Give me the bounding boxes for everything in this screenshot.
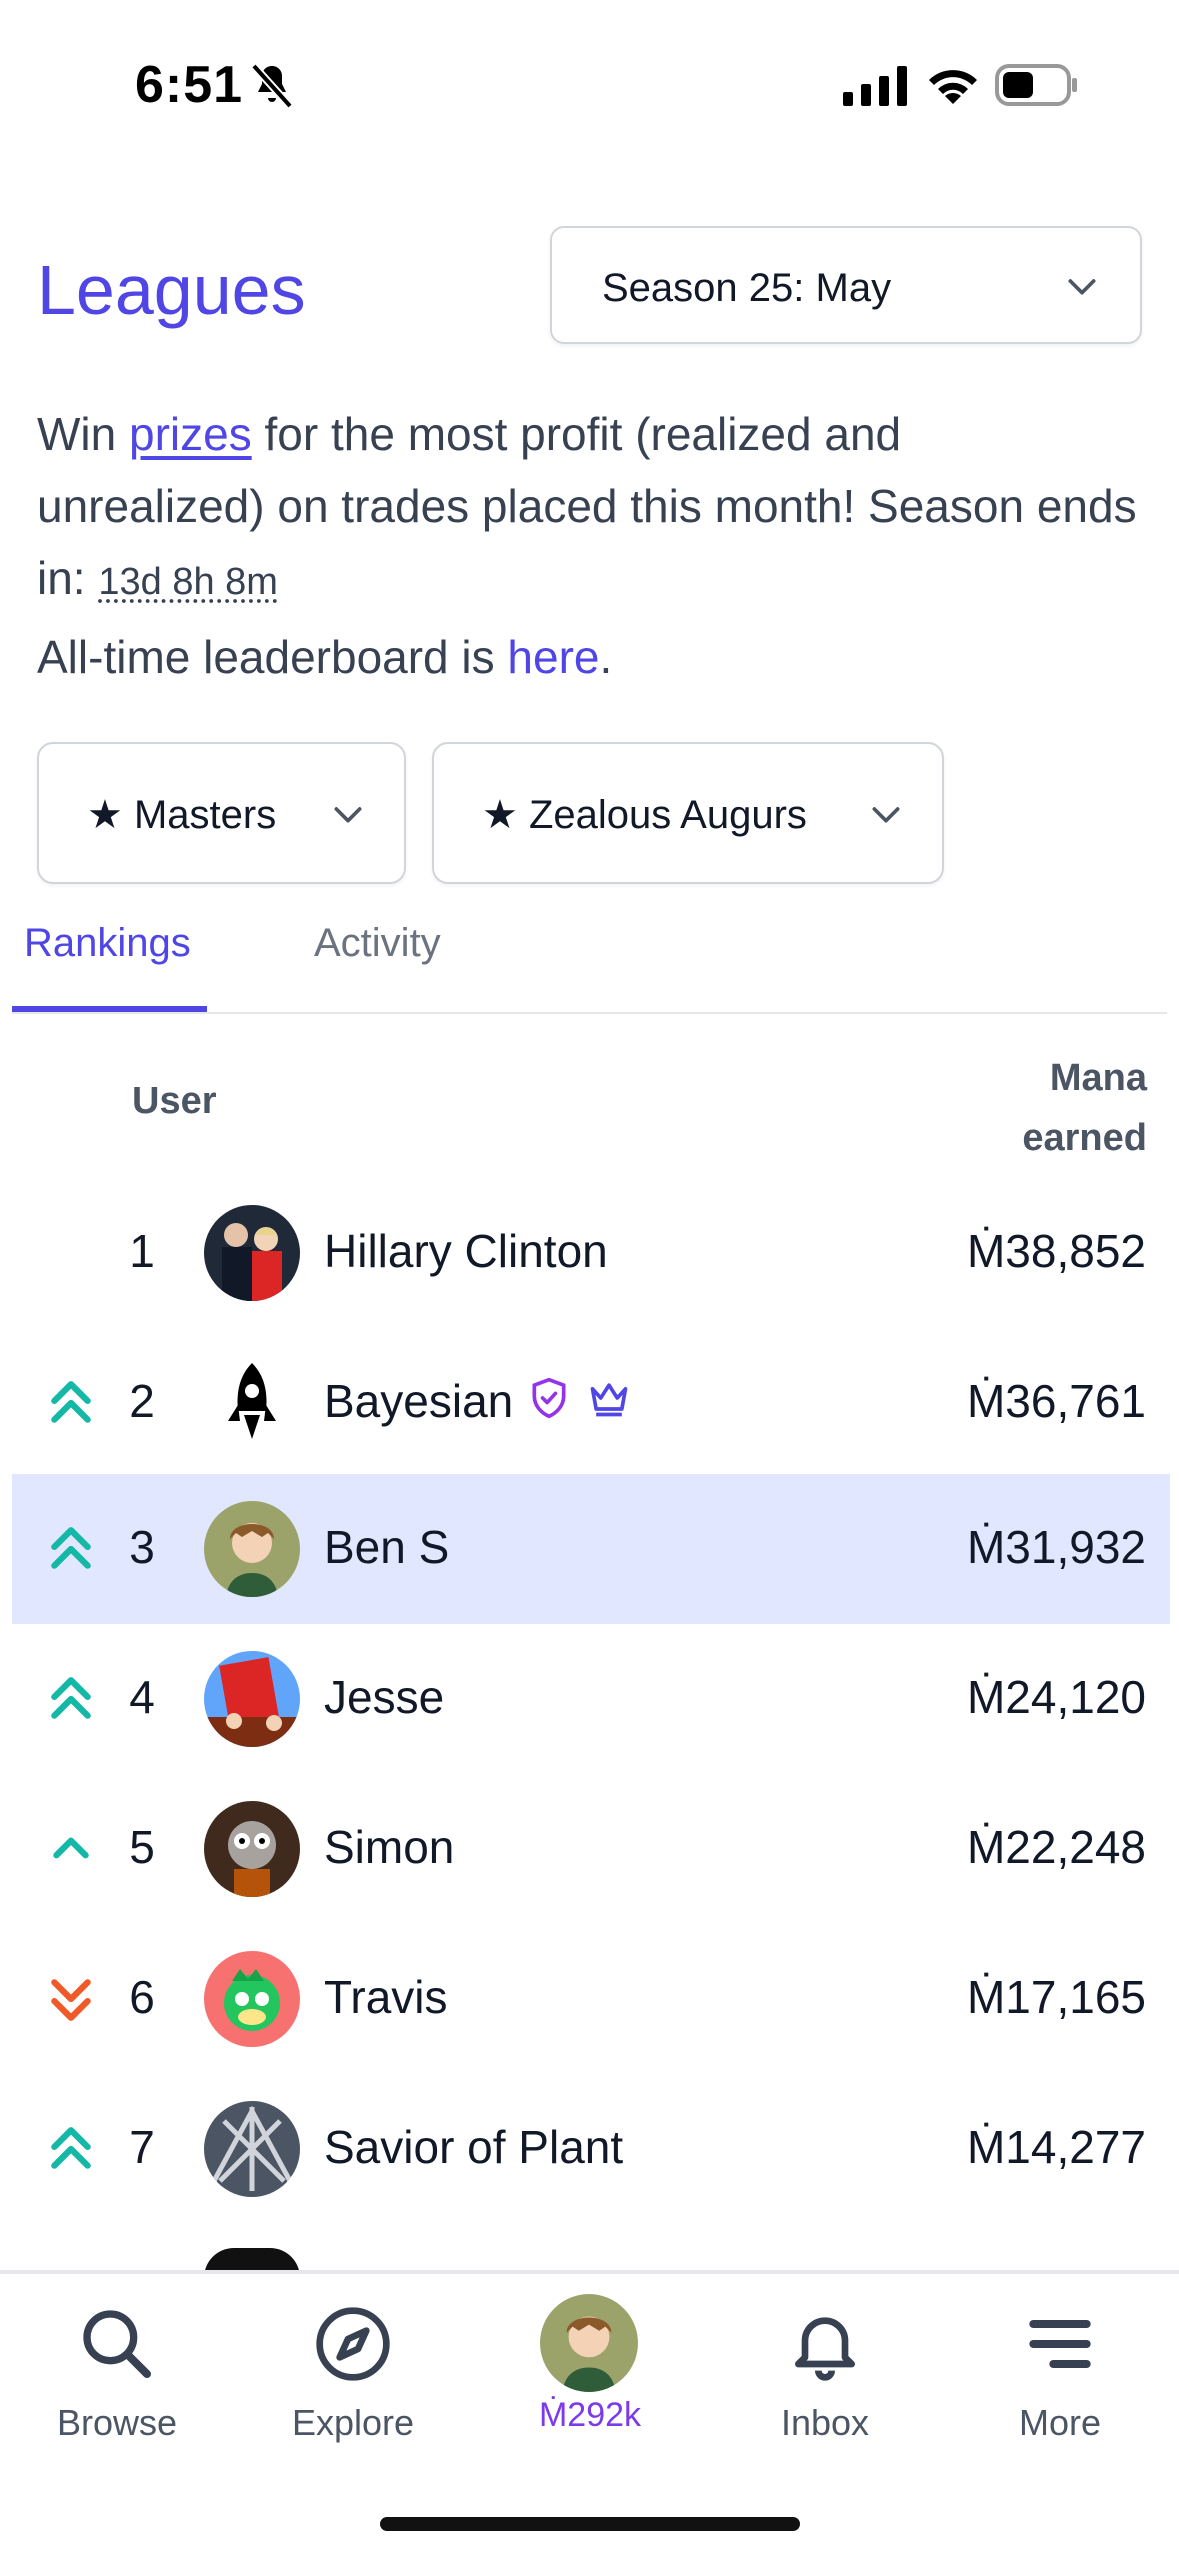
user-name[interactable]: Hillary Clinton: [324, 1224, 608, 1278]
table-row-current-user[interactable]: 3 Ben S Ṁ31,932: [12, 1474, 1170, 1624]
tab-activity[interactable]: Activity: [314, 912, 441, 1012]
status-time: 6:51: [135, 56, 244, 114]
rank-number: 6: [129, 1971, 155, 2023]
bell-icon: [795, 2317, 855, 2381]
prizes-link[interactable]: prizes: [129, 408, 252, 460]
user-name[interactable]: Ben S: [324, 1520, 449, 1574]
mana-earned: Ṁ24,120: [966, 1671, 1146, 1723]
avatar[interactable]: [204, 1205, 300, 1301]
table-row[interactable]: 2 Bayesian Ṁ36,761: [12, 1328, 1170, 1478]
search-icon: [83, 2310, 151, 2378]
trend-up-double-icon: [51, 2127, 91, 2169]
rank-number: 3: [129, 1521, 155, 1573]
trend-down-double-icon: [51, 1979, 91, 2021]
cellular-signal-icon: [843, 66, 907, 106]
season-timer: 13d 8h 8m: [98, 561, 278, 603]
avatar: [540, 2294, 638, 2392]
bell-off-icon: [251, 63, 293, 109]
rank-number: 5: [129, 1821, 155, 1873]
alltime-leaderboard-text: All-time leaderboard is here.: [37, 631, 613, 683]
verified-shield-icon: [532, 1377, 566, 1419]
user-name[interactable]: Jesse: [324, 1670, 444, 1724]
crown-icon: [590, 1383, 628, 1417]
avatar[interactable]: [204, 2101, 300, 2197]
avatar[interactable]: [204, 1501, 300, 1597]
user-badges: [527, 1376, 631, 1420]
wifi-icon: [929, 70, 977, 104]
avatar[interactable]: [204, 1651, 300, 1747]
avatar[interactable]: [204, 1355, 300, 1451]
rank-number: 4: [129, 1671, 155, 1723]
user-name[interactable]: Bayesian: [324, 1374, 513, 1428]
rank-number: 2: [129, 1375, 155, 1427]
trend-up-double-icon: [51, 1677, 91, 1719]
compass-icon: [316, 2307, 390, 2381]
avatar[interactable]: [204, 1951, 300, 2047]
avatar[interactable]: [204, 1801, 300, 1897]
battery-icon: [995, 64, 1077, 106]
home-indicator[interactable]: [380, 2517, 800, 2531]
status-bar: 6:51: [0, 0, 1179, 150]
chevron-down-icon: [1068, 279, 1096, 295]
rank-number: 1: [129, 1225, 155, 1277]
user-name[interactable]: Simon: [324, 1820, 454, 1874]
tab-bar: Rankings Activity: [12, 912, 1167, 1014]
cohort-select[interactable]: ★ Zealous Augurs: [432, 742, 944, 884]
trend-up-single-icon: [53, 1837, 89, 1859]
season-select[interactable]: Season 25: May: [550, 226, 1142, 344]
mana-earned: Ṁ38,852: [966, 1225, 1146, 1277]
division-select[interactable]: ★ Masters: [37, 742, 406, 884]
chevron-down-icon: [872, 807, 900, 823]
chevron-down-icon: [334, 807, 362, 823]
column-header-user: User: [132, 1080, 217, 1122]
table-row[interactable]: 5 Simon Ṁ22,248: [12, 1774, 1170, 1924]
menu-icon: [1029, 2320, 1091, 2368]
cohort-select-label: ★ Zealous Augurs: [482, 793, 807, 837]
table-row[interactable]: 4 Jesse Ṁ24,120: [12, 1624, 1170, 1774]
mana-earned: Ṁ17,165: [966, 1971, 1146, 2023]
division-select-label: ★ Masters: [87, 793, 277, 837]
mana-earned: Ṁ36,761: [966, 1375, 1146, 1427]
alltime-leaderboard-link[interactable]: here: [507, 631, 599, 683]
rank-number: 7: [129, 2121, 155, 2173]
user-name[interactable]: Travis: [324, 1970, 448, 2024]
table-row[interactable]: 6 Travis Ṁ17,165: [12, 1924, 1170, 2074]
table-row[interactable]: 7 Savior of Plant Ṁ14,277: [12, 2074, 1170, 2224]
season-select-label: Season 25: May: [602, 266, 892, 310]
mana-balance: Ṁ292k: [538, 2396, 642, 2434]
mana-earned: Ṁ22,248: [966, 1821, 1146, 1873]
trend-up-double-icon: [51, 1381, 91, 1423]
mana-earned: Ṁ31,932: [966, 1521, 1146, 1573]
page-title: Leagues: [37, 251, 306, 329]
mana-earned: Ṁ14,277: [966, 2121, 1146, 2173]
league-description: Win prizes for the most profit (realized…: [37, 408, 1137, 604]
table-row[interactable]: 1 Hillary Clinton Ṁ38,852: [12, 1178, 1170, 1328]
column-header-mana-earned: Mana earned: [1022, 1057, 1147, 1159]
bottom-nav: Browse Explore Ṁ292k Inbox More: [0, 2270, 1179, 2556]
trend-up-double-icon: [51, 1527, 91, 1569]
user-name[interactable]: Savior of Plant: [324, 2120, 623, 2174]
tab-rankings[interactable]: Rankings: [12, 912, 207, 1012]
